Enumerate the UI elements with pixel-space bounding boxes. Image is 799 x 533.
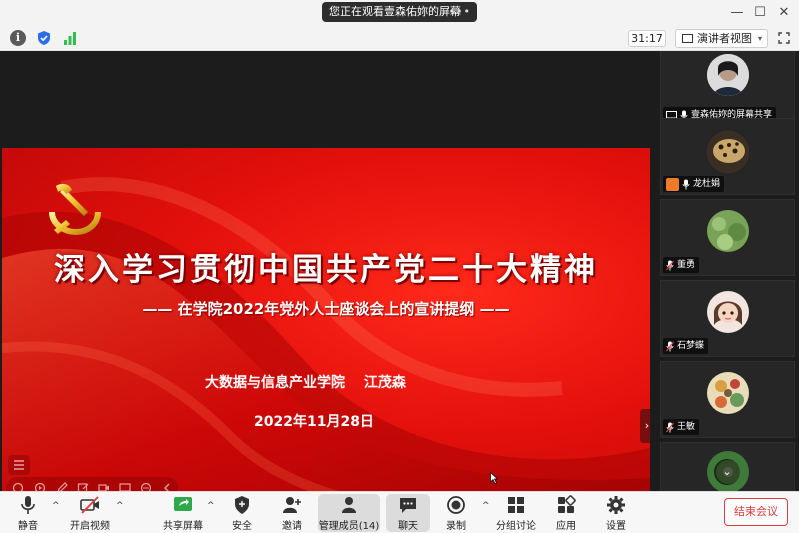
share-screen-icon bbox=[174, 497, 192, 511]
participant-name: 董勇 bbox=[677, 260, 696, 270]
microphone-icon bbox=[682, 179, 690, 189]
participant-name: 龙杜娟 bbox=[693, 179, 721, 189]
shield-icon bbox=[235, 496, 249, 514]
add-user-icon bbox=[283, 497, 301, 513]
slide-background-art bbox=[2, 177, 650, 512]
close-button[interactable]: ✕ bbox=[774, 3, 794, 23]
video-off-icon bbox=[80, 496, 99, 514]
apps-button[interactable]: 应用 bbox=[552, 494, 580, 532]
settings-label: 设置 bbox=[606, 521, 626, 532]
presentation-slide: 深入学习贯彻中国共产党二十大精神 —— 在学院2022年党外人士座谈会上的宣讲提… bbox=[2, 148, 650, 512]
share-screen-button[interactable]: 共享屏幕 bbox=[162, 494, 204, 532]
slide-title: 深入学习贯彻中国共产党二十大精神 bbox=[54, 252, 598, 288]
share-screen-label: 共享屏幕 bbox=[163, 521, 203, 532]
participant-name: 石梦蝶 bbox=[677, 341, 705, 351]
view-layout-icon bbox=[682, 34, 693, 43]
breakout-rooms-button[interactable]: 分组讨论 bbox=[496, 494, 536, 532]
invite-button[interactable]: 邀请 bbox=[276, 494, 308, 532]
mute-options-chevron[interactable]: ^ bbox=[52, 501, 60, 511]
avatar bbox=[707, 291, 749, 333]
microphone-icon bbox=[21, 496, 35, 514]
slide-subtitle: —— 在学院2022年党外人士座谈会上的宣讲提纲 —— bbox=[142, 300, 510, 318]
participant-nameplate: 石梦蝶 bbox=[663, 338, 709, 354]
gear-icon bbox=[607, 496, 625, 514]
participant-tile[interactable]: 王敏 bbox=[660, 361, 795, 438]
avatar bbox=[707, 372, 749, 414]
participant-nameplate: 董勇 bbox=[663, 257, 700, 273]
speaker-view-dropdown[interactable]: 演讲者视图 ▾ bbox=[675, 29, 768, 48]
info-icon[interactable]: i bbox=[10, 30, 26, 46]
slide-date: 2022年11月28日 bbox=[254, 414, 374, 430]
speaker-view-label: 演讲者视图 bbox=[697, 32, 752, 45]
collapse-panel-button[interactable]: › bbox=[640, 409, 650, 443]
participant-name: 王敏 bbox=[677, 422, 696, 432]
security-label: 安全 bbox=[232, 521, 252, 532]
manage-participants-label: 管理成员(14) bbox=[318, 521, 380, 532]
security-button[interactable]: 安全 bbox=[226, 494, 258, 532]
video-options-chevron[interactable]: ^ bbox=[116, 501, 124, 511]
participant-tile[interactable]: 龙杜娟 bbox=[660, 118, 795, 195]
settings-button[interactable]: 设置 bbox=[602, 494, 630, 532]
shared-screen-area: 深入学习贯彻中国共产党二十大精神 —— 在学院2022年党外人士座谈会上的宣讲提… bbox=[0, 51, 656, 512]
title-bar: 您正在观看壹森佑妳的屏幕 ••• — ☐ ✕ bbox=[0, 0, 799, 26]
chat-button[interactable]: 聊天 bbox=[386, 494, 430, 532]
apps-icon bbox=[558, 495, 576, 513]
annotation-menu-button[interactable] bbox=[8, 455, 30, 475]
menu-icon bbox=[14, 460, 24, 470]
participant-tile[interactable]: 董勇 bbox=[660, 199, 795, 276]
avatar bbox=[707, 131, 749, 173]
share-options-chevron[interactable]: ^ bbox=[207, 501, 215, 511]
chat-icon bbox=[400, 498, 416, 513]
avatar bbox=[707, 54, 749, 96]
participant-tile[interactable]: 壹森佑妳的屏幕共享 bbox=[660, 51, 795, 126]
network-signal-icon[interactable] bbox=[62, 30, 78, 46]
record-options-chevron[interactable]: ^ bbox=[482, 501, 490, 511]
participant-nameplate: 王敏 bbox=[663, 419, 700, 435]
chevron-down-icon: ▾ bbox=[757, 34, 762, 43]
microphone-muted-icon bbox=[666, 341, 674, 351]
viewing-screen-indicator[interactable]: 您正在观看壹森佑妳的屏幕 ••• bbox=[322, 2, 477, 22]
chat-label: 聊天 bbox=[398, 521, 418, 532]
mute-label: 静音 bbox=[18, 521, 38, 532]
avatar bbox=[707, 210, 749, 252]
fullscreen-icon[interactable] bbox=[778, 32, 790, 44]
host-icon bbox=[666, 177, 679, 191]
breakout-rooms-icon bbox=[508, 497, 524, 513]
record-label: 录制 bbox=[446, 521, 466, 532]
viewing-screen-label: 您正在观看壹森佑妳的屏幕 bbox=[329, 5, 461, 18]
meeting-timer: 31:17 bbox=[628, 30, 666, 47]
microphone-muted-icon bbox=[666, 422, 674, 432]
participant-tile[interactable]: 石梦蝶 bbox=[660, 280, 795, 357]
shield-icon[interactable] bbox=[36, 30, 52, 46]
maximize-button[interactable]: ☐ bbox=[750, 3, 770, 23]
scroll-down-button[interactable]: ⌄ bbox=[714, 459, 740, 485]
start-video-label: 开启视频 bbox=[70, 521, 110, 532]
microphone-muted-icon bbox=[666, 260, 674, 270]
participant-nameplate: 龙杜娟 bbox=[663, 176, 725, 192]
manage-participants-button[interactable]: 管理成员(14) bbox=[318, 494, 380, 532]
participant-video-panel: 壹森佑妳的屏幕共享 龙杜娟 董勇 石梦蝶 王敏 ⌄ bbox=[656, 51, 799, 491]
breakout-rooms-label: 分组讨论 bbox=[496, 521, 536, 532]
mute-button[interactable]: 静音 bbox=[10, 494, 46, 532]
more-options-icon[interactable]: ••• bbox=[449, 2, 471, 22]
minimize-button[interactable]: — bbox=[727, 3, 747, 23]
slide-author: 大数据与信息产业学院 江茂森 bbox=[205, 375, 406, 391]
participants-icon bbox=[342, 497, 356, 513]
invite-label: 邀请 bbox=[282, 521, 302, 532]
apps-label: 应用 bbox=[556, 521, 576, 532]
start-video-button[interactable]: 开启视频 bbox=[66, 494, 114, 532]
record-icon bbox=[447, 496, 465, 514]
mouse-cursor-icon bbox=[490, 472, 498, 484]
end-meeting-button[interactable]: 结束会议 bbox=[724, 498, 788, 526]
meeting-status-bar: i 31:17 演讲者视图 ▾ bbox=[0, 26, 799, 51]
record-button[interactable]: 录制 bbox=[442, 494, 470, 532]
meeting-toolbar: 静音 ^ 开启视频 ^ 共享屏幕 ^ 安全 邀请 管理成员(14) 聊天 录制 … bbox=[0, 491, 799, 533]
